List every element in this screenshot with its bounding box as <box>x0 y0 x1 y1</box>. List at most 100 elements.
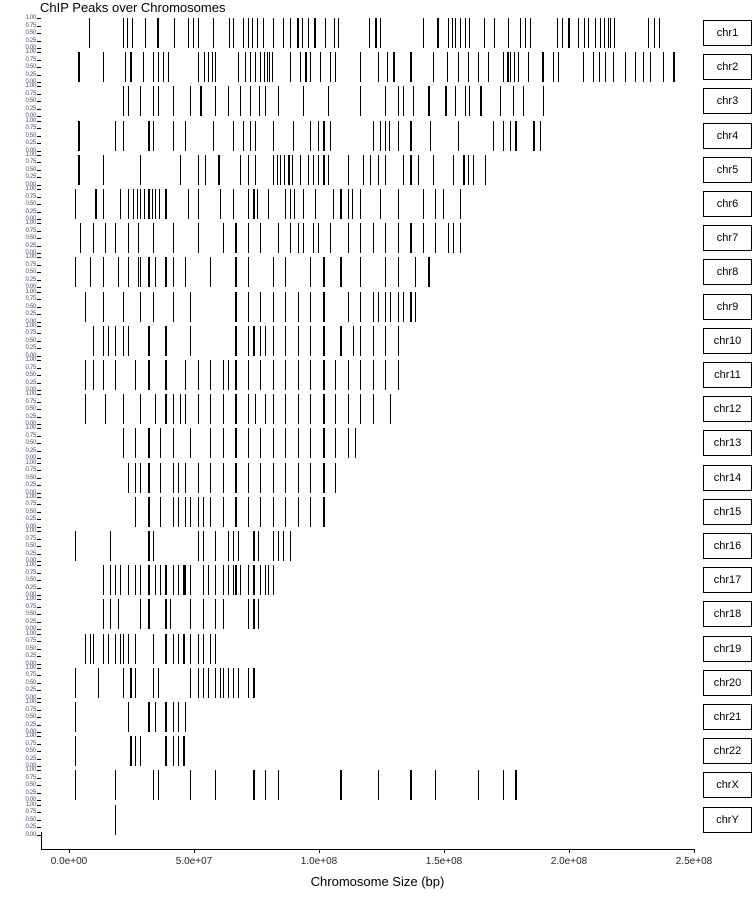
peak-mark <box>614 18 615 48</box>
y-axis-tick-label: 0.50 <box>25 303 37 310</box>
facet-strip-chr19: chr19 <box>703 635 752 662</box>
y-axis-tick-label: 0.25 <box>25 413 37 420</box>
peak-mark <box>92 360 94 390</box>
y-axis-tick-label: 1.00 <box>25 117 37 124</box>
peak-mark <box>552 52 554 83</box>
peak-mark <box>290 18 292 48</box>
peak-mark <box>282 18 284 48</box>
peak-mark <box>187 189 189 219</box>
facet-row: 1.00 0.75 0.50 0.25 0.00 chr9 <box>0 288 755 325</box>
y-axis-tick-label: 1.00 <box>25 254 37 261</box>
peak-mark <box>102 52 104 83</box>
facet-panel <box>41 734 695 769</box>
peak-mark <box>147 462 150 493</box>
peak-mark <box>235 360 238 390</box>
peak-mark <box>185 565 187 596</box>
y-axis-tick-label: 0.25 <box>25 242 37 249</box>
peak-mark <box>465 18 467 48</box>
peak-mark <box>397 120 399 151</box>
peak-mark <box>532 120 535 151</box>
x-axis-tick <box>69 849 70 853</box>
peak-mark <box>165 565 168 596</box>
y-axis-tick-label: 1.00 <box>25 562 37 569</box>
peak-mark <box>502 770 504 801</box>
y-axis-tick-label: 1.00 <box>25 288 37 295</box>
y-axis-tick-label: 1.00 <box>25 630 37 637</box>
y-axis-tick-label: 0.75 <box>25 90 37 97</box>
y-axis-tick-label: 0.50 <box>25 611 37 618</box>
facet-strip-chr5: chr5 <box>703 156 752 183</box>
peak-mark <box>290 223 292 254</box>
peak-mark <box>115 325 117 356</box>
peak-mark <box>389 120 390 151</box>
y-axis: 1.00 0.75 0.50 0.25 0.00 <box>0 323 41 359</box>
peak-mark <box>480 86 483 117</box>
peak-mark <box>335 52 337 83</box>
peak-mark <box>105 394 107 425</box>
peak-mark <box>285 496 287 527</box>
peak-mark <box>215 633 217 664</box>
y-axis-tick-label: 0.50 <box>25 577 37 584</box>
y-axis-tick-label: 0.75 <box>25 706 37 713</box>
peak-mark <box>92 325 94 356</box>
peak-mark <box>322 325 325 356</box>
peak-mark <box>369 18 370 48</box>
peak-mark <box>272 291 274 322</box>
peak-mark <box>659 18 660 48</box>
peak-mark <box>377 154 379 185</box>
facet-row: 1.00 0.75 0.50 0.25 0.00 chr18 <box>0 596 755 632</box>
peak-mark <box>147 428 150 459</box>
facet-strip-chr6: chr6 <box>703 191 752 217</box>
peak-mark <box>190 667 192 698</box>
peak-mark <box>215 565 217 596</box>
peak-mark <box>520 18 522 48</box>
peak-mark <box>127 633 129 664</box>
peak-mark <box>185 462 187 493</box>
peak-mark <box>222 223 224 254</box>
y-axis-tick-label: 0.25 <box>25 311 37 318</box>
peak-mark <box>147 120 150 151</box>
peak-mark <box>247 428 249 459</box>
peak-mark <box>122 394 124 425</box>
peak-mark <box>372 325 374 356</box>
peak-mark <box>525 18 527 48</box>
peak-mark <box>330 52 332 83</box>
peak-mark <box>284 154 285 185</box>
peak-mark <box>385 120 387 151</box>
peak-mark <box>317 223 319 254</box>
peak-mark <box>432 154 434 185</box>
peak-mark <box>272 394 274 425</box>
peak-mark <box>300 52 302 83</box>
facet-strip-chr13: chr13 <box>703 430 752 457</box>
peak-mark <box>332 189 334 219</box>
facet-strip-chr21: chr21 <box>703 704 752 730</box>
peak-mark <box>165 325 168 356</box>
peak-mark <box>310 257 312 288</box>
peak-mark <box>172 462 174 493</box>
peak-mark <box>75 189 77 219</box>
facet-panel <box>41 597 695 632</box>
y-axis: 1.00 0.75 0.50 0.25 0.00 <box>0 630 41 667</box>
peak-mark <box>410 120 413 151</box>
peak-mark <box>180 394 182 425</box>
peak-mark <box>285 394 287 425</box>
peak-mark <box>265 565 267 596</box>
y-axis-tick-label: 0.75 <box>25 56 37 63</box>
peak-mark <box>215 531 217 561</box>
peak-mark <box>77 154 80 185</box>
peak-mark <box>317 120 319 151</box>
y-axis-tick-label: 0.75 <box>25 398 37 405</box>
peak-mark <box>200 86 203 117</box>
peak-mark <box>215 86 217 117</box>
peak-mark <box>297 223 299 254</box>
peak-mark <box>102 291 104 322</box>
peak-mark <box>237 52 239 83</box>
peak-mark <box>85 291 87 322</box>
peak-mark <box>260 496 262 527</box>
x-axis-tick-label: 5.0e+07 <box>175 856 213 867</box>
peak-mark <box>115 565 117 596</box>
peak-mark <box>260 462 262 493</box>
peak-mark <box>185 257 187 288</box>
peak-mark <box>360 189 362 219</box>
peak-mark <box>484 18 485 48</box>
